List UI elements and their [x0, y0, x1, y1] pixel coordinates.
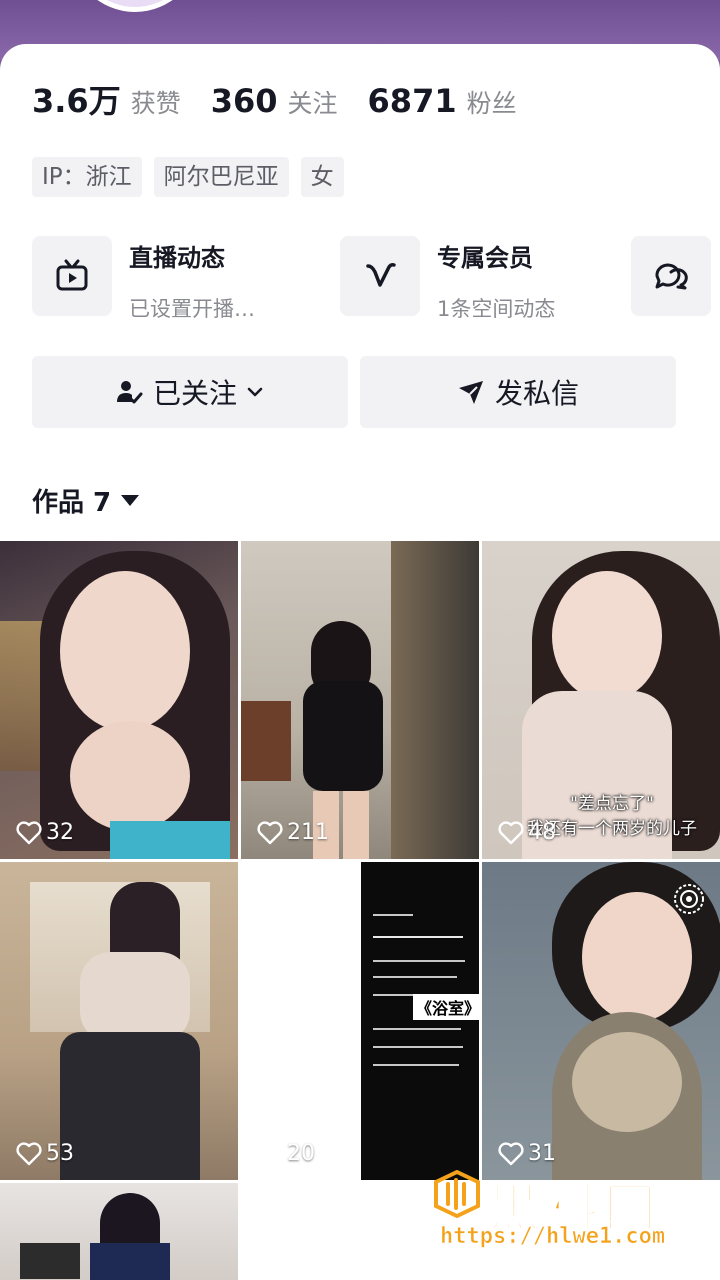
heart-icon	[16, 1141, 42, 1165]
video-tile[interactable]: 32	[0, 541, 238, 859]
lyrics-title: 《浴室》	[413, 994, 479, 1020]
feature-group-chat[interactable]	[631, 236, 711, 316]
video-likes: 48	[498, 820, 556, 845]
tag-ip-location: IP：浙江	[32, 157, 142, 197]
stat-following-value: 360	[210, 82, 278, 120]
chevron-down-icon	[245, 382, 265, 402]
video-likes: 211	[257, 820, 329, 845]
stat-following[interactable]: 360 关注	[211, 82, 338, 120]
video-tile[interactable]: 53	[0, 862, 238, 1180]
send-message-button[interactable]: 发私信	[360, 356, 676, 428]
stat-followers[interactable]: 6871 粉丝	[368, 82, 517, 120]
caret-down-icon	[121, 495, 140, 506]
followed-button-label: 已关注	[152, 377, 237, 410]
video-like-count: 32	[46, 820, 74, 845]
heart-icon	[498, 1141, 524, 1165]
stat-likes[interactable]: 3.6万 获赞	[32, 76, 181, 122]
feature-live-activity[interactable]: 直播动态 已设置开播…	[32, 236, 255, 323]
watermark-url: https://hlwe1.com	[440, 1224, 666, 1250]
feature-membership-subtitle: 1条空间动态	[437, 297, 556, 321]
video-like-count: 53	[46, 1141, 74, 1166]
stat-likes-value: 3.6万	[32, 82, 121, 120]
profile-tags: IP：浙江 阿尔巴尼亚 女	[32, 157, 356, 197]
video-likes: 32	[16, 820, 74, 845]
watermark-logo-icon	[434, 1170, 480, 1218]
lyrics-card: 《浴室》	[361, 862, 479, 1180]
feature-live-subtitle: 已设置开播…	[129, 297, 255, 321]
video-like-count: 48	[528, 820, 556, 845]
heart-icon	[257, 1141, 283, 1165]
tag-gender: 女	[300, 157, 344, 197]
v-logo-icon	[340, 236, 420, 316]
tv-icon	[32, 236, 112, 316]
video-tile[interactable]: 《浴室》 20	[241, 862, 479, 1180]
site-watermark: 黑料网 https://hlwe1.com	[428, 1166, 718, 1256]
user-check-icon	[115, 378, 143, 406]
stat-followers-value: 6871	[367, 82, 457, 120]
chat-bubbles-icon	[631, 236, 711, 316]
video-tile[interactable]: 211	[241, 541, 479, 859]
video-tile[interactable]: "差点忘了" 我还有一个两岁的儿子 48	[482, 541, 720, 859]
video-like-count: 20	[287, 1141, 315, 1166]
tab-works-label: 作品 7	[32, 488, 112, 518]
heart-icon	[257, 820, 283, 844]
feature-membership-title: 专属会员	[437, 244, 533, 272]
video-likes: 31	[498, 1141, 556, 1166]
live-ring-icon	[672, 882, 706, 920]
followed-button[interactable]: 已关注	[32, 356, 348, 428]
heart-icon	[498, 820, 524, 844]
video-like-count: 31	[528, 1141, 556, 1166]
stat-likes-label: 获赞	[130, 89, 181, 118]
video-likes: 53	[16, 1141, 74, 1166]
tab-works[interactable]: 作品 7	[32, 482, 140, 519]
send-icon	[457, 378, 485, 406]
video-tile[interactable]	[0, 1183, 238, 1280]
stat-following-label: 关注	[287, 89, 338, 118]
feature-live-title: 直播动态	[129, 244, 225, 272]
video-likes: 20	[257, 1141, 315, 1166]
stat-followers-label: 粉丝	[466, 89, 517, 118]
video-like-count: 211	[287, 820, 329, 845]
tag-country: 阿尔巴尼亚	[153, 157, 289, 197]
heart-icon	[16, 820, 42, 844]
profile-stats: 3.6万 获赞 360 关注 6871 粉丝	[32, 76, 547, 122]
send-message-label: 发私信	[494, 377, 579, 410]
video-tile[interactable]: 31	[482, 862, 720, 1180]
feature-membership[interactable]: 专属会员 1条空间动态	[340, 236, 555, 323]
video-caption-line1: "差点忘了"	[570, 794, 654, 814]
